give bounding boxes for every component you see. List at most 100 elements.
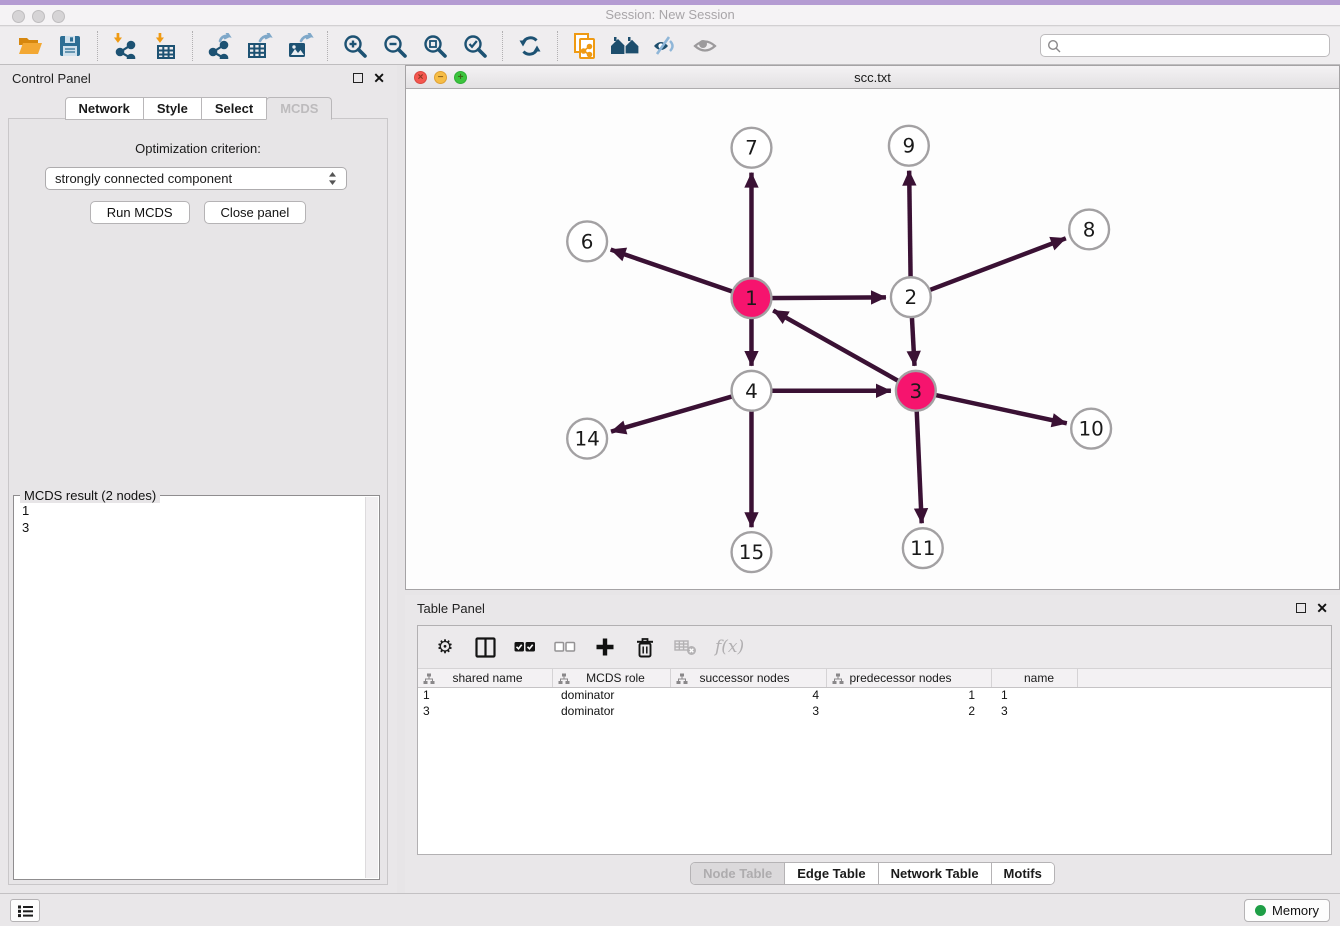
table-row[interactable]: 3 dominator 3 2 3 (418, 704, 1331, 720)
network-close-icon[interactable]: × (414, 71, 427, 84)
tab-motifs[interactable]: Motifs (991, 863, 1054, 884)
close-table-panel-icon[interactable]: ✕ (1316, 603, 1328, 613)
network-canvas[interactable]: 7 9 6 8 1 2 4 3 14 10 15 11 (406, 90, 1339, 589)
cell-mcds-role[interactable]: dominator (553, 688, 671, 704)
graph-edge[interactable] (611, 391, 751, 432)
select-arrows-icon (328, 171, 337, 186)
close-panel-icon[interactable]: ✕ (373, 73, 385, 83)
network-minimize-icon[interactable]: − (434, 71, 447, 84)
zoom-in-icon[interactable] (339, 30, 371, 62)
column-header-shared-name[interactable]: shared name (418, 669, 553, 687)
import-table-icon[interactable] (149, 30, 181, 62)
app-titlebar: Session: New Session (0, 0, 1340, 26)
graph-edge[interactable] (611, 250, 752, 299)
graph-node[interactable]: 10 (1071, 409, 1111, 449)
gear-icon[interactable]: ⚙ (434, 635, 456, 659)
column-header-successor-nodes[interactable]: successor nodes (671, 669, 827, 687)
optimization-criterion-select[interactable]: strongly connected component (45, 167, 347, 190)
control-panel-header: Control Panel ✕ (0, 65, 397, 91)
close-window-icon[interactable] (12, 10, 25, 23)
memory-status-icon (1255, 905, 1266, 916)
table-panel-header: Table Panel ✕ (405, 595, 1340, 621)
graph-node[interactable]: 4 (732, 371, 772, 411)
graph-edge[interactable] (911, 238, 1066, 297)
split-columns-icon[interactable] (474, 635, 496, 659)
first-neighbors-icon[interactable] (569, 30, 601, 62)
task-history-button[interactable] (10, 899, 40, 922)
minimize-window-icon[interactable] (32, 10, 45, 23)
graph-node[interactable]: 11 (903, 528, 943, 568)
export-image-icon[interactable] (284, 30, 316, 62)
cell-predecessor-nodes[interactable]: 2 (827, 704, 992, 720)
window-controls[interactable] (12, 10, 65, 23)
graph-node[interactable]: 7 (732, 128, 772, 168)
cell-mcds-role[interactable]: dominator (553, 704, 671, 720)
cell-predecessor-nodes[interactable]: 1 (827, 688, 992, 704)
graph-node[interactable]: 3 (896, 371, 936, 411)
graph-node[interactable]: 14 (567, 419, 607, 459)
float-panel-icon[interactable] (353, 73, 363, 83)
tab-network-table[interactable]: Network Table (878, 863, 991, 884)
memory-button[interactable]: Memory (1244, 899, 1330, 922)
svg-text:9: 9 (903, 135, 916, 158)
cell-successor-nodes[interactable]: 4 (671, 688, 827, 704)
show-all-networks-icon[interactable] (609, 30, 641, 62)
import-network-icon[interactable] (109, 30, 141, 62)
tab-mcds[interactable]: MCDS (266, 97, 332, 120)
graph-edge[interactable] (773, 310, 916, 390)
zoom-out-icon[interactable] (379, 30, 411, 62)
tab-style[interactable]: Style (143, 97, 202, 120)
cell-shared-name[interactable]: 3 (418, 704, 553, 720)
open-session-icon[interactable] (14, 30, 46, 62)
export-table-icon[interactable] (244, 30, 276, 62)
svg-text:15: 15 (739, 541, 764, 564)
column-header-name[interactable]: name (992, 669, 1078, 687)
control-panel-tabs: Network Style Select MCDS (0, 97, 397, 120)
graph-node[interactable]: 9 (889, 126, 929, 166)
network-graph: 7 9 6 8 1 2 4 3 14 10 15 11 (406, 90, 1339, 589)
search-box[interactable] (1040, 34, 1330, 57)
refresh-icon[interactable] (514, 30, 546, 62)
tab-select[interactable]: Select (201, 97, 267, 120)
column-header-predecessor-nodes[interactable]: predecessor nodes (827, 669, 992, 687)
tab-edge-table[interactable]: Edge Table (784, 863, 877, 884)
hide-selected-icon[interactable] (649, 30, 681, 62)
save-session-icon[interactable] (54, 30, 86, 62)
graph-node[interactable]: 2 (891, 277, 931, 317)
deselect-all-icon[interactable] (554, 635, 576, 659)
network-zoom-icon[interactable]: + (454, 71, 467, 84)
tab-node-table[interactable]: Node Table (691, 863, 784, 884)
cell-name[interactable]: 3 (992, 704, 1078, 720)
export-network-icon[interactable] (204, 30, 236, 62)
graph-node[interactable]: 15 (732, 532, 772, 572)
search-input[interactable] (1066, 38, 1323, 53)
graph-edge[interactable] (916, 391, 1067, 424)
status-bar: Memory (0, 893, 1340, 926)
graph-node[interactable]: 6 (567, 221, 607, 261)
control-panel-title: Control Panel (12, 71, 91, 86)
svg-text:14: 14 (574, 428, 599, 451)
cell-shared-name[interactable]: 1 (418, 688, 553, 704)
result-scrollbar[interactable] (365, 497, 378, 878)
float-table-panel-icon[interactable] (1296, 603, 1306, 613)
svg-text:4: 4 (745, 380, 758, 403)
cell-name[interactable]: 1 (992, 688, 1078, 704)
svg-text:11: 11 (910, 537, 935, 560)
close-panel-button[interactable]: Close panel (204, 201, 307, 224)
zoom-selected-icon[interactable] (459, 30, 491, 62)
tab-network[interactable]: Network (65, 97, 144, 120)
add-column-icon[interactable] (594, 635, 616, 659)
zoom-fit-icon[interactable] (419, 30, 451, 62)
network-window-title: scc.txt (854, 70, 891, 85)
graph-node[interactable]: 8 (1069, 210, 1109, 250)
table-row[interactable]: 1 dominator 4 1 1 (418, 688, 1331, 704)
cell-successor-nodes[interactable]: 3 (671, 704, 827, 720)
zoom-window-icon[interactable] (52, 10, 65, 23)
control-panel: Control Panel ✕ Network Style Select MCD… (0, 65, 397, 893)
table-panel: Table Panel ✕ ⚙ (405, 595, 1340, 893)
graph-node[interactable]: 1 (732, 278, 772, 318)
select-all-icon[interactable] (514, 635, 536, 659)
delete-column-icon[interactable] (634, 635, 656, 659)
column-header-mcds-role[interactable]: MCDS role (553, 669, 671, 687)
run-mcds-button[interactable]: Run MCDS (90, 201, 190, 224)
